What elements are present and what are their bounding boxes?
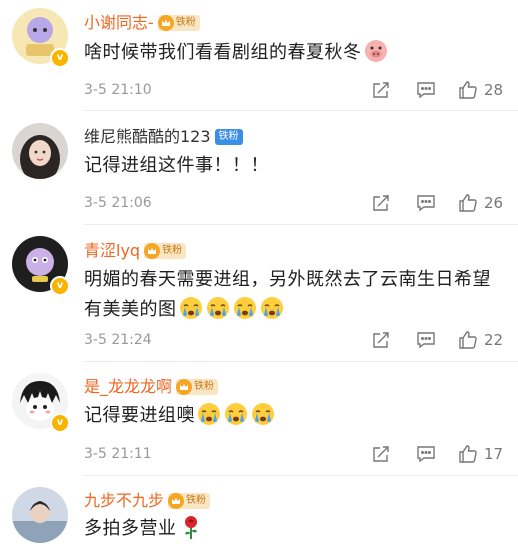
comment-button[interactable] xyxy=(416,193,436,213)
share-icon xyxy=(373,195,389,211)
like-button[interactable]: 22 xyxy=(458,330,503,350)
fan-badge-label: 铁粉 xyxy=(218,131,239,142)
share-button[interactable] xyxy=(372,444,390,464)
crown-icon xyxy=(176,379,193,395)
divider xyxy=(84,110,518,111)
comment-icon xyxy=(417,195,435,212)
fan-badge-label: 铁粉 xyxy=(194,381,215,392)
fan-badge: 铁粉 xyxy=(144,243,187,259)
like-count: 17 xyxy=(484,445,504,463)
like-icon xyxy=(459,445,477,463)
comment-time: 3-5 21:11 xyxy=(84,446,152,462)
comment-text-row: 记得要进组噢 xyxy=(84,401,504,431)
crying-emoji-icon xyxy=(179,297,202,319)
comment-text: 啥时候带我们看看剧组的春夏秋冬 xyxy=(84,42,362,63)
divider xyxy=(84,361,518,362)
like-icon xyxy=(459,331,477,349)
username[interactable]: 青涩lyq xyxy=(84,240,140,262)
share-icon xyxy=(373,332,389,348)
like-count: 26 xyxy=(484,194,504,212)
pig-emoji-icon xyxy=(364,40,387,62)
fan-badge: 铁粉 xyxy=(157,15,200,31)
like-button[interactable]: 28 xyxy=(458,80,503,100)
like-icon xyxy=(459,194,477,212)
fan-badge-label: 铁粉 xyxy=(175,17,196,28)
crying-emoji-icon xyxy=(206,297,229,319)
comment-text-row: 明媚的春天需要进组，另外既然去了云南生日希望有美美的图 xyxy=(84,265,496,325)
crying-emoji-icon xyxy=(260,297,283,319)
share-button[interactable] xyxy=(372,330,390,350)
avatar[interactable] xyxy=(12,123,68,179)
comment-button[interactable] xyxy=(416,330,436,350)
crying-emoji-icon xyxy=(225,403,247,425)
username[interactable]: 九步不九步 xyxy=(84,490,164,512)
avatar[interactable] xyxy=(12,487,68,543)
username[interactable]: 小谢同志- xyxy=(84,12,154,34)
crown-icon xyxy=(168,493,185,509)
crying-emoji-icon xyxy=(252,403,274,425)
verified-badge-icon: v xyxy=(50,48,70,68)
username[interactable]: 是_龙龙龙啊 xyxy=(84,376,172,398)
comment-time: 3-5 21:24 xyxy=(84,332,152,348)
comment-text: 记得要进组噢 xyxy=(84,405,195,426)
share-icon xyxy=(373,82,389,98)
comment-time: 3-5 21:10 xyxy=(84,82,152,98)
fan-badge-label: 铁粉 xyxy=(162,245,183,256)
comment-text-row: 多拍多营业 xyxy=(84,514,504,544)
share-icon xyxy=(373,446,389,462)
divider xyxy=(84,224,518,225)
crying-emoji-icon xyxy=(198,403,220,425)
username[interactable]: 维尼熊酷酷的123 xyxy=(84,126,211,148)
crown-icon xyxy=(144,243,161,259)
comment-text: 明媚的春天需要进组，另外既然去了云南生日希望有美美的图 xyxy=(84,269,491,320)
like-count: 28 xyxy=(484,81,504,99)
comment-text-row: 啥时候带我们看看剧组的春夏秋冬 xyxy=(84,38,504,68)
comment-button[interactable] xyxy=(416,80,436,100)
fan-badge: 铁粉 xyxy=(176,379,219,395)
comment-time: 3-5 21:06 xyxy=(84,195,152,211)
like-icon xyxy=(459,81,477,99)
comment-button[interactable] xyxy=(416,444,436,464)
verified-badge-icon: v xyxy=(50,413,70,433)
crown-icon xyxy=(157,15,174,31)
comment-text-row: 记得进组这件事！！！ xyxy=(84,151,504,181)
share-button[interactable] xyxy=(372,193,390,213)
share-button[interactable] xyxy=(372,80,390,100)
fan-badge: 铁粉 xyxy=(214,129,243,145)
rose-icon xyxy=(184,516,197,539)
comment-icon xyxy=(417,332,435,349)
comment-text: 多拍多营业 xyxy=(84,518,177,539)
fan-badge: 铁粉 xyxy=(168,493,211,509)
like-button[interactable]: 17 xyxy=(458,444,503,464)
verified-badge-icon: v xyxy=(50,276,70,296)
like-count: 22 xyxy=(484,331,504,349)
like-button[interactable]: 26 xyxy=(458,193,503,213)
comment-icon xyxy=(417,82,435,99)
crying-emoji-icon xyxy=(233,297,256,319)
divider xyxy=(84,475,518,476)
comment-text: 记得进组这件事！！！ xyxy=(84,155,269,176)
comment-icon xyxy=(417,446,435,463)
fan-badge-label: 铁粉 xyxy=(186,495,207,506)
